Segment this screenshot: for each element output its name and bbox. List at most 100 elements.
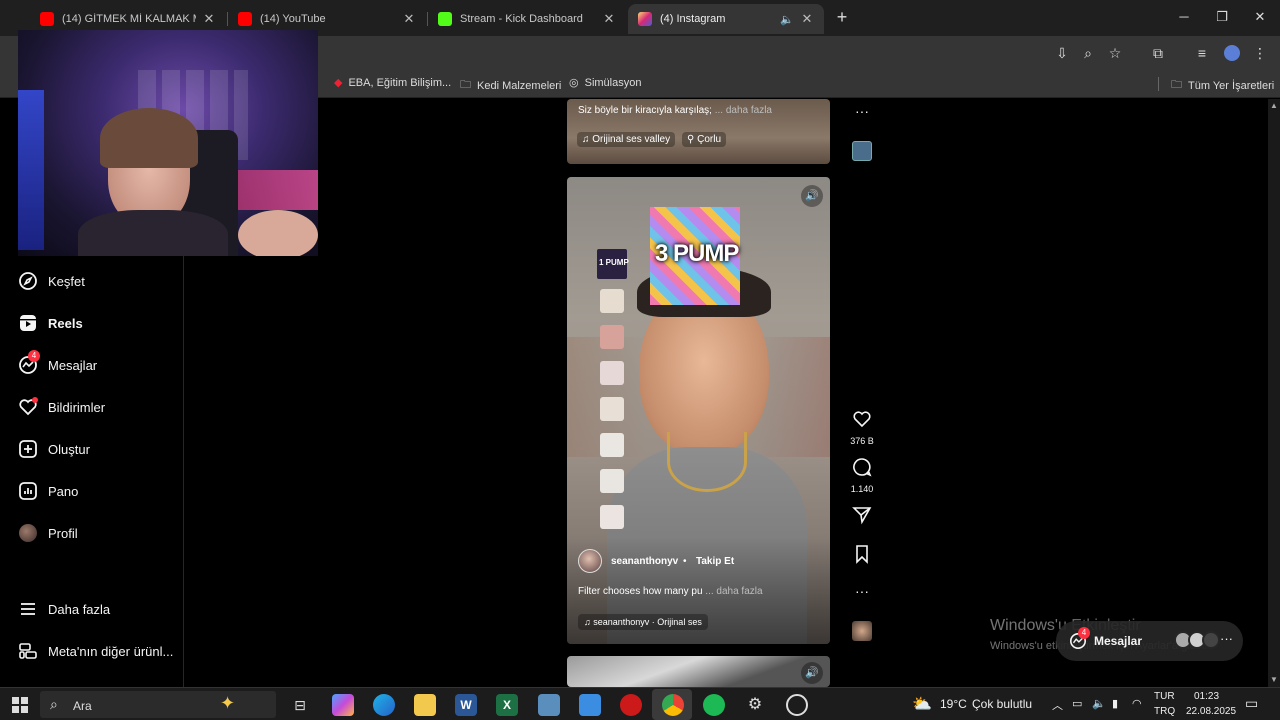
like-count: 376 B bbox=[850, 436, 874, 446]
sidebar-item-mesajlar[interactable]: 4 Mesajlar bbox=[18, 350, 97, 375]
bookmark-label: Tüm Yer İşaretleri bbox=[1188, 79, 1275, 92]
sidebar-item-meta[interactable]: Meta'nın diğer ürünl... bbox=[18, 641, 173, 661]
obs-icon[interactable] bbox=[786, 694, 808, 716]
language-top[interactable]: TUR bbox=[1154, 691, 1175, 702]
task-view-icon[interactable]: ⊟ bbox=[289, 694, 311, 716]
page-scrollbar[interactable]: ▲ ▼ bbox=[1268, 99, 1280, 687]
close-icon[interactable]: ✕ bbox=[602, 11, 616, 27]
notifications-icon[interactable]: ▭ bbox=[1245, 695, 1258, 712]
tab-kick[interactable]: Stream - Kick Dashboard ✕ bbox=[428, 4, 626, 34]
messenger-icon: 4 bbox=[18, 350, 40, 375]
like-button[interactable]: 376 B bbox=[848, 409, 876, 446]
volume-icon[interactable]: 🔊 bbox=[801, 662, 823, 684]
volume-icon[interactable]: 🔈 bbox=[1092, 697, 1106, 710]
zoom-icon[interactable]: ⌕ bbox=[1078, 43, 1098, 63]
scroll-down-arrow[interactable]: ▼ bbox=[1270, 675, 1278, 684]
windows-start-icon[interactable] bbox=[12, 697, 28, 718]
close-window-button[interactable]: ✕ bbox=[1246, 6, 1274, 28]
sidebar-item-daha-fazla[interactable]: Daha fazla bbox=[18, 599, 110, 619]
more-options-icon[interactable]: ··· bbox=[848, 103, 876, 119]
more-options-icon[interactable]: ··· bbox=[848, 583, 876, 599]
weather-icon[interactable]: ⛅ bbox=[912, 694, 932, 714]
browser-menu-icon[interactable]: ⋮ bbox=[1250, 43, 1270, 63]
sidebar-item-olustur[interactable]: Oluştur bbox=[18, 439, 90, 459]
reel-main[interactable]: 3 PUMP 1 PUMP 🔊 seananthonyv • Takip Et … bbox=[567, 177, 830, 644]
audio-thumbnail[interactable] bbox=[848, 141, 876, 166]
bookmark-simulasyon[interactable]: ◎ Simülasyon bbox=[569, 76, 641, 90]
streamer-hair bbox=[100, 108, 198, 168]
maximize-button[interactable]: ❐ bbox=[1208, 6, 1236, 28]
copilot-sparkle-icon: ✦ bbox=[220, 693, 236, 713]
follow-button[interactable]: Takip Et bbox=[696, 556, 734, 567]
share-button[interactable] bbox=[848, 505, 876, 530]
bookmark-eba[interactable]: ◆ EBA, Eğitim Bilişim... bbox=[334, 76, 451, 90]
speaker-icon[interactable]: 🔈 bbox=[780, 13, 794, 26]
sidebar-item-profil[interactable]: Profil bbox=[18, 523, 78, 543]
language-bottom[interactable]: TRQ bbox=[1154, 706, 1175, 717]
tab-instagram[interactable]: (4) Instagram 🔈 ✕ bbox=[628, 4, 824, 34]
settings-gear-icon[interactable]: ⚙ bbox=[744, 694, 766, 716]
wifi-icon[interactable]: ◠ bbox=[1132, 697, 1142, 710]
reel-audio-chip[interactable]: ♫ seananthonyv · Orijinal ses bbox=[578, 614, 708, 630]
profile-icon[interactable] bbox=[1222, 43, 1242, 63]
scroll-up-arrow[interactable]: ▲ bbox=[1270, 101, 1278, 110]
meta-apps-icon bbox=[18, 641, 38, 661]
file-explorer-icon[interactable] bbox=[414, 694, 436, 716]
excel-icon[interactable]: X bbox=[496, 694, 518, 716]
reel-audio-chip[interactable]: ♫ Orijinal ses valley bbox=[577, 132, 676, 147]
save-button[interactable] bbox=[848, 544, 876, 569]
media-control-icon[interactable]: ≡ bbox=[1192, 43, 1212, 63]
blue-light bbox=[18, 90, 44, 250]
heart-icon bbox=[853, 411, 871, 428]
notification-badge: 4 bbox=[28, 350, 40, 362]
bookmark-star-icon[interactable]: ☆ bbox=[1105, 43, 1125, 63]
sidebar-item-reels[interactable]: Reels bbox=[18, 313, 83, 333]
compass-icon bbox=[18, 271, 38, 291]
word-icon[interactable]: W bbox=[455, 694, 477, 716]
chrome-icon[interactable] bbox=[662, 694, 684, 716]
weather-temp: 19°C bbox=[940, 697, 967, 711]
mic-icon[interactable]: ▮ bbox=[1112, 697, 1118, 710]
reel-next[interactable]: 🔊 bbox=[567, 656, 830, 687]
windows-taskbar: ⌕ Ara ✦ ⊟ W X ⚙ ⛅ 19°C Çok bulutlu ︿ ▭ 🔈… bbox=[0, 687, 1280, 720]
bookmark-kedi[interactable]: 🗀 Kedi Malzemeleri bbox=[460, 76, 561, 95]
calculator-icon[interactable] bbox=[538, 694, 560, 716]
volume-icon[interactable]: 🔊 bbox=[801, 185, 823, 207]
bookmark-all[interactable]: 🗀 Tüm Yer İşaretleri bbox=[1171, 76, 1274, 95]
spotify-icon[interactable] bbox=[703, 694, 725, 716]
battery-icon[interactable]: ▭ bbox=[1072, 697, 1082, 710]
taskbar-search[interactable]: ⌕ Ara ✦ bbox=[40, 691, 276, 718]
streamer-knee bbox=[238, 210, 318, 256]
opera-icon[interactable] bbox=[620, 694, 642, 716]
tab-title: (14) GİTMEK Mİ KALMAK MI? B bbox=[62, 13, 196, 25]
close-icon[interactable]: ✕ bbox=[202, 11, 216, 27]
reel-username[interactable]: seananthonyv bbox=[611, 556, 678, 567]
store-icon[interactable] bbox=[579, 694, 601, 716]
audio-thumbnail[interactable] bbox=[848, 621, 876, 646]
copilot-icon[interactable] bbox=[332, 694, 354, 716]
dashboard-icon bbox=[18, 481, 38, 501]
reel-top[interactable]: Siz böyle bir kiracıyla karşılaş; ... da… bbox=[567, 99, 830, 164]
plus-square-icon bbox=[18, 439, 38, 459]
messages-pill[interactable]: 4 Mesajlar ··· bbox=[1056, 621, 1243, 661]
comment-button[interactable]: 1.140 bbox=[848, 457, 876, 494]
close-icon[interactable]: ✕ bbox=[402, 11, 416, 27]
clock-date[interactable]: 22.08.2025 bbox=[1186, 706, 1236, 717]
new-tab-button[interactable]: + bbox=[828, 6, 856, 28]
close-icon[interactable]: ✕ bbox=[800, 11, 814, 27]
reel-sticker-text: 1 PUMP bbox=[599, 258, 629, 267]
reel-location-chip[interactable]: ⚲ Çorlu bbox=[682, 132, 727, 147]
tray-overflow-icon[interactable]: ︿ bbox=[1052, 697, 1063, 713]
sidebar-item-label: Reels bbox=[48, 315, 83, 331]
sidebar-item-label: Oluştur bbox=[48, 441, 90, 457]
sidebar-item-kesfet[interactable]: Keşfet bbox=[18, 271, 85, 291]
globe-icon: ◎ bbox=[569, 77, 579, 89]
sidebar-item-pano[interactable]: Pano bbox=[18, 481, 78, 501]
install-app-icon[interactable]: ⇩ bbox=[1052, 43, 1072, 63]
avatar[interactable] bbox=[578, 549, 602, 573]
clock-time[interactable]: 01:23 bbox=[1194, 691, 1219, 702]
extensions-icon[interactable]: ⧉ bbox=[1148, 43, 1168, 63]
sidebar-item-bildirimler[interactable]: Bildirimler bbox=[18, 397, 105, 417]
edge-icon[interactable] bbox=[373, 694, 395, 716]
minimize-button[interactable]: ─ bbox=[1170, 6, 1198, 28]
